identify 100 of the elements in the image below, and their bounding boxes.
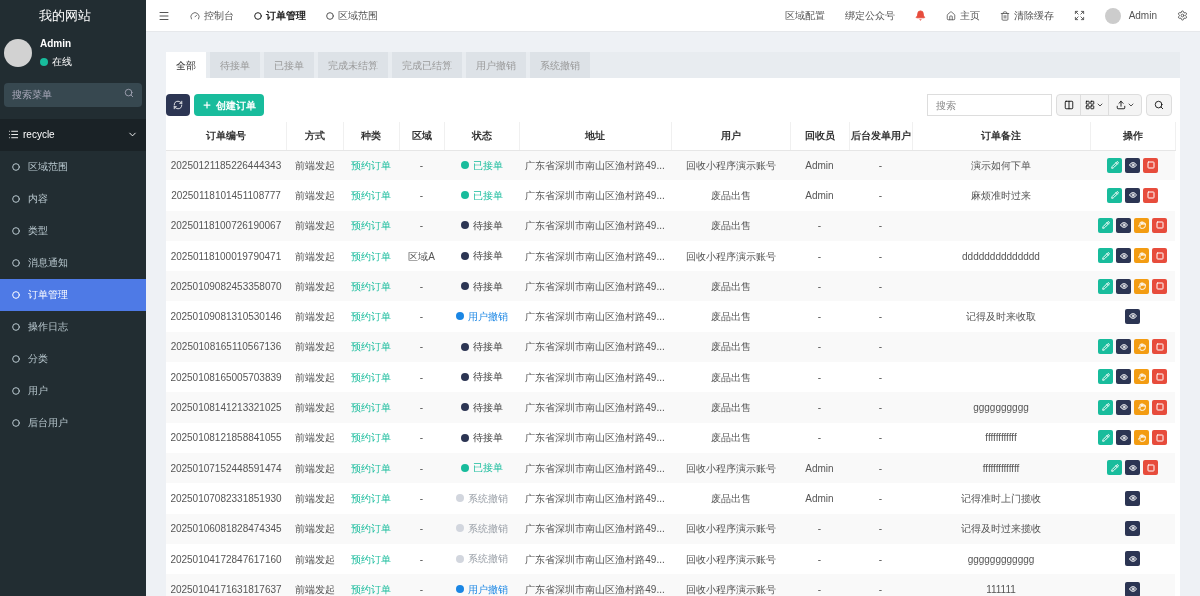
table-cell: 20250107082331851930 bbox=[166, 483, 286, 514]
view-button[interactable] bbox=[1125, 581, 1140, 596]
status-label: 待接单 bbox=[472, 431, 503, 446]
table-cell: - bbox=[790, 362, 849, 393]
pencil-icon bbox=[1101, 342, 1110, 351]
column-header: 用户 bbox=[671, 122, 790, 150]
view-button[interactable] bbox=[1116, 339, 1131, 355]
circle-icon bbox=[12, 354, 20, 363]
refresh-button[interactable] bbox=[166, 94, 190, 116]
table-cell: - bbox=[849, 574, 912, 596]
table-cell: 麻烦准时过来 bbox=[912, 180, 1090, 211]
view-button[interactable] bbox=[1116, 430, 1131, 446]
table-cell: Admin bbox=[790, 180, 849, 211]
delete-button[interactable] bbox=[1152, 399, 1167, 415]
table-cell: 20250104172847617160 bbox=[166, 543, 286, 575]
view-button[interactable] bbox=[1125, 520, 1140, 536]
notification-button[interactable] bbox=[914, 10, 926, 21]
column-header: 操作 bbox=[1090, 122, 1175, 150]
table-cell: 废品出售 bbox=[671, 210, 790, 241]
delete-button[interactable] bbox=[1152, 218, 1167, 233]
settings-button[interactable] bbox=[1177, 10, 1188, 21]
menu-item[interactable]: 用户 bbox=[0, 374, 146, 407]
view-button[interactable] bbox=[1125, 460, 1140, 476]
table-cell: - bbox=[849, 513, 912, 544]
menu-item[interactable]: 内容 bbox=[0, 182, 146, 215]
table-cell: - bbox=[399, 513, 444, 544]
view-button[interactable] bbox=[1116, 218, 1131, 233]
menu-search-field[interactable]: 搜索菜单 bbox=[4, 82, 142, 107]
nav-link[interactable]: 绑定公众号 bbox=[844, 8, 895, 23]
view-button[interactable] bbox=[1116, 248, 1131, 264]
table-cell: Admin bbox=[790, 452, 849, 484]
table-cell: 记得及时来收取 bbox=[912, 301, 1090, 332]
table-cell: - bbox=[849, 271, 912, 302]
table-cell: 广东省深圳市南山区渔村路49... bbox=[519, 301, 671, 332]
table-cell: - bbox=[399, 422, 444, 453]
menu-item[interactable]: 类型 bbox=[0, 214, 146, 247]
delete-button[interactable] bbox=[1143, 187, 1158, 203]
table-cell: 前端发起 bbox=[286, 422, 343, 453]
table-cell: 广东省深圳市南山区渔村路49... bbox=[519, 271, 671, 302]
filter-tab[interactable]: 全部 bbox=[166, 52, 206, 78]
square-icon bbox=[1146, 463, 1155, 472]
page-tab[interactable]: 区域范围 bbox=[326, 8, 378, 23]
table-cell: 前端发起 bbox=[286, 392, 343, 423]
view-button[interactable] bbox=[1116, 399, 1131, 415]
delete-button[interactable] bbox=[1152, 339, 1167, 355]
delete-button[interactable] bbox=[1152, 369, 1167, 385]
home-link[interactable]: 主页 bbox=[945, 8, 980, 23]
menu-icon[interactable] bbox=[158, 9, 170, 22]
delete-button[interactable] bbox=[1152, 430, 1167, 446]
delete-button[interactable] bbox=[1143, 460, 1158, 476]
table-cell: - bbox=[399, 301, 444, 332]
delete-button[interactable] bbox=[1143, 157, 1158, 173]
table-cell: - bbox=[399, 362, 444, 393]
view-button[interactable] bbox=[1116, 278, 1131, 294]
table-cell: 广东省深圳市南山区渔村路49... bbox=[519, 574, 671, 596]
status-label: 已接单 bbox=[472, 158, 503, 173]
table-cell: - bbox=[790, 543, 849, 575]
table-cell: 废品出售 bbox=[671, 362, 790, 393]
view-button[interactable] bbox=[1125, 308, 1140, 324]
table-cell: 20250108121858841055 bbox=[166, 422, 286, 453]
menu-item[interactable]: 操作日志 bbox=[0, 310, 146, 343]
nav-link[interactable]: 区域配置 bbox=[784, 8, 825, 23]
table-cell: 前端发起 bbox=[286, 362, 343, 393]
fullscreen-button[interactable] bbox=[1073, 10, 1085, 21]
menu-group[interactable]: recycle bbox=[0, 118, 146, 151]
table-cell: ffffffffffffff bbox=[912, 452, 1090, 484]
column-header: 种类 bbox=[343, 122, 399, 150]
view-button[interactable] bbox=[1116, 369, 1131, 385]
user-menu[interactable]: Admin bbox=[1104, 7, 1157, 24]
table-cell: 废品出售 bbox=[671, 483, 790, 514]
pencil-icon bbox=[1110, 191, 1119, 200]
view-button[interactable] bbox=[1125, 187, 1140, 203]
eye-icon bbox=[1128, 524, 1137, 533]
plus-icon bbox=[202, 100, 212, 110]
view-button[interactable] bbox=[1125, 551, 1140, 567]
table-cell: - bbox=[849, 301, 912, 332]
delete-button[interactable] bbox=[1152, 278, 1167, 294]
page-tab[interactable]: 订单管理 bbox=[254, 8, 306, 23]
table-cell: 20250118100726190067 bbox=[166, 210, 286, 241]
view-button[interactable] bbox=[1125, 157, 1140, 173]
delete-button[interactable] bbox=[1152, 248, 1167, 264]
menu-item[interactable]: 区域范围 bbox=[0, 150, 146, 183]
menu-item[interactable]: 后台用户 bbox=[0, 406, 146, 439]
table-cell: 回收小程序演示账号 bbox=[671, 543, 790, 575]
table-cell: 前端发起 bbox=[286, 513, 343, 544]
menu-item[interactable]: 消息通知 bbox=[0, 246, 146, 279]
clear-cache-link[interactable]: 清除缓存 bbox=[999, 8, 1054, 23]
table-cell: - bbox=[399, 180, 444, 211]
circle-icon bbox=[12, 162, 20, 171]
table-cell: Admin bbox=[790, 150, 849, 181]
table-cell: 前端发起 bbox=[286, 543, 343, 575]
eye-icon bbox=[1119, 433, 1128, 442]
page-tab[interactable]: 控制台 bbox=[190, 8, 234, 23]
search-button[interactable] bbox=[1146, 94, 1172, 116]
menu-item[interactable]: 订单管理 bbox=[0, 278, 146, 311]
search-field[interactable]: 搜索 bbox=[927, 94, 1052, 116]
table-cell: 前端发起 bbox=[286, 240, 343, 272]
table-cell: - bbox=[849, 240, 912, 272]
menu-item[interactable]: 分类 bbox=[0, 342, 146, 375]
view-button[interactable] bbox=[1125, 490, 1140, 506]
